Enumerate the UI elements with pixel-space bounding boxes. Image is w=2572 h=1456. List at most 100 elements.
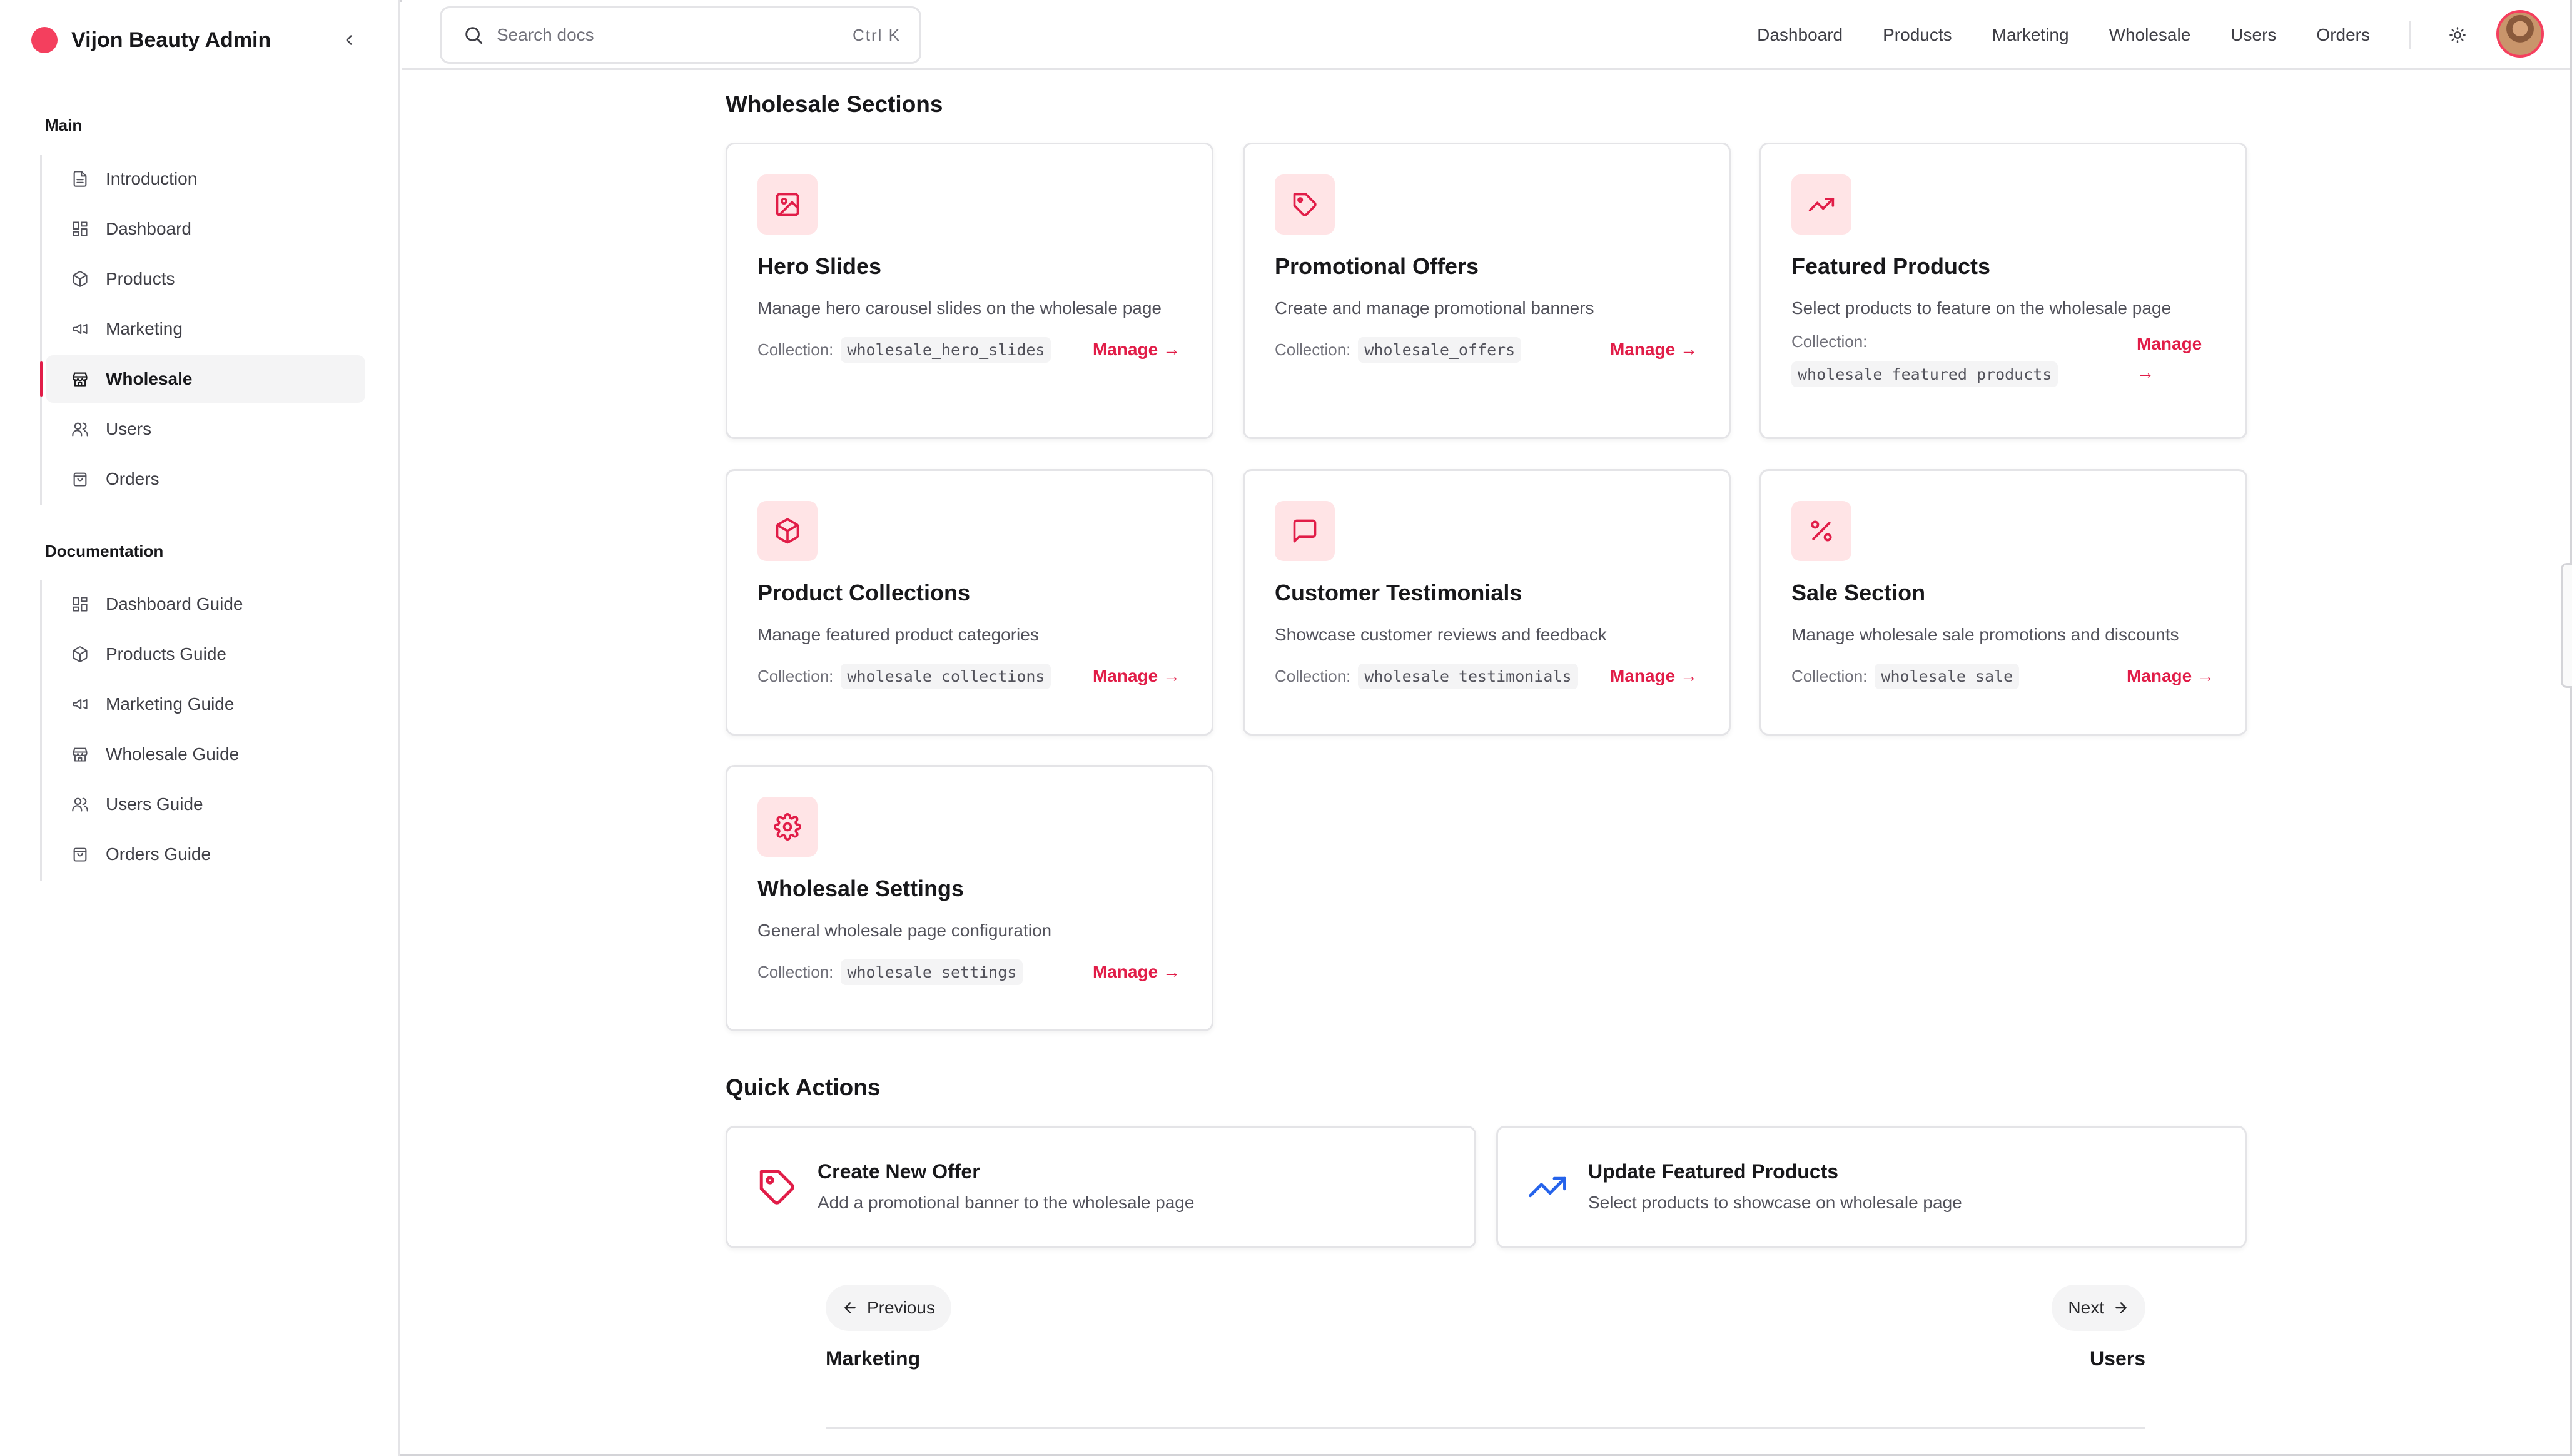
collection-label: Collection:	[1275, 667, 1351, 685]
next-label: Next	[2068, 1298, 2104, 1317]
card-promotional-offers[interactable]: Promotional Offers Create and manage pro…	[1243, 143, 1731, 439]
arrow-left-icon	[844, 1302, 856, 1313]
sidebar-item-label: Products Guide	[106, 644, 226, 664]
collection-code: wholesale_hero_slides	[841, 337, 1051, 363]
arrow-right-icon	[2115, 1302, 2127, 1313]
topnav-users[interactable]: Users	[2230, 25, 2276, 45]
sidebar-item-label: Dashboard	[106, 219, 191, 238]
manage-link[interactable]: Manage →	[1093, 340, 1180, 360]
top-nav: Dashboard Products Marketing Wholesale U…	[1717, 0, 2370, 70]
sidebar-group-documentation: Documentation	[45, 542, 164, 560]
manage-link[interactable]: Manage →	[1610, 666, 1698, 686]
theme-toggle-button[interactable]	[2445, 23, 2470, 48]
card-collection: Collection: wholesale_collections	[757, 664, 1051, 689]
quick-action-create-offer[interactable]: Create New Offer Add a promotional banne…	[726, 1126, 1476, 1248]
package-icon	[71, 645, 89, 664]
collection-label: Collection:	[757, 667, 834, 685]
topnav-dashboard[interactable]: Dashboard	[1757, 25, 1843, 45]
tag-icon	[1293, 193, 1317, 216]
sidebar-item-orders-guide[interactable]: Orders Guide	[46, 831, 365, 878]
sidebar-item-marketing-guide[interactable]: Marketing Guide	[46, 680, 365, 728]
topbar-divider	[2409, 21, 2411, 49]
card-description: Showcase customer reviews and feedback	[1275, 625, 1607, 644]
topnav-marketing[interactable]: Marketing	[1992, 25, 2069, 45]
card-featured-products[interactable]: Featured Products Select products to fea…	[1759, 143, 2247, 439]
next-page-title[interactable]: Users	[2090, 1347, 2145, 1370]
previous-page-button[interactable]: Previous	[826, 1285, 951, 1331]
quick-action-title: Create New Offer	[818, 1160, 980, 1183]
card-description: Select products to feature on the wholes…	[1791, 298, 2172, 318]
manage-link[interactable]: Manage →	[2127, 666, 2214, 686]
topnav-orders[interactable]: Orders	[2316, 25, 2370, 45]
sidebar-item-dashboard[interactable]: Dashboard	[46, 205, 365, 253]
manage-link[interactable]: Manage →	[1610, 340, 1698, 360]
user-avatar[interactable]	[2496, 10, 2544, 58]
trending-up-icon	[1526, 1165, 1569, 1209]
collection-code: wholesale_offers	[1358, 337, 1522, 363]
sidebar-item-wholesale[interactable]: Wholesale	[40, 355, 365, 403]
quick-action-update-featured[interactable]: Update Featured Products Select products…	[1496, 1126, 2247, 1248]
collection-label: Collection:	[1275, 340, 1351, 359]
card-icon-box	[1791, 174, 1851, 235]
manage-link[interactable]: Manage →	[1093, 666, 1180, 686]
sidebar-item-dashboard-guide[interactable]: Dashboard Guide	[46, 580, 365, 628]
sidebar-item-wholesale-guide[interactable]: Wholesale Guide	[46, 731, 365, 778]
sidebar-group-main: Main	[45, 116, 83, 134]
card-sale-section[interactable]: Sale Section Manage wholesale sale promo…	[1759, 469, 2247, 736]
settings-icon	[774, 813, 801, 841]
collection-code: wholesale_sale	[1875, 664, 2020, 689]
next-page-button[interactable]: Next	[2052, 1285, 2145, 1331]
sidebar-item-users[interactable]: Users	[46, 405, 365, 453]
sidebar-item-label: Orders	[106, 469, 159, 488]
scrollbar-thumb[interactable]	[2561, 563, 2572, 688]
card-hero-slides[interactable]: Hero Slides Manage hero carousel slides …	[726, 143, 1213, 439]
sun-icon	[2449, 27, 2466, 43]
previous-label: Previous	[867, 1298, 935, 1317]
card-icon-box	[1275, 174, 1335, 235]
trending-up-icon	[1808, 198, 1835, 211]
card-customer-testimonials[interactable]: Customer Testimonials Showcase customer …	[1243, 469, 1731, 736]
sidebar-item-label: Orders Guide	[106, 844, 211, 864]
collection-code: wholesale_settings	[841, 959, 1023, 985]
shopping-bag-icon	[71, 845, 89, 864]
card-product-collections[interactable]: Product Collections Manage featured prod…	[726, 469, 1213, 736]
shopping-bag-icon	[71, 470, 89, 488]
card-title: Hero Slides	[757, 253, 882, 279]
grid-icon	[71, 220, 89, 238]
sidebar-item-products[interactable]: Products	[46, 255, 365, 303]
previous-page-title[interactable]: Marketing	[826, 1347, 920, 1370]
image-icon	[776, 193, 799, 216]
brand-logo	[31, 27, 58, 53]
sidebar-item-users-guide[interactable]: Users Guide	[46, 781, 365, 828]
topnav-wholesale[interactable]: Wholesale	[2109, 25, 2191, 45]
collection-code: wholesale_collections	[841, 664, 1051, 689]
sidebar-item-label: Products	[106, 269, 175, 288]
card-collection: Collection: wholesale_offers	[1275, 337, 1522, 363]
card-description: Create and manage promotional banners	[1275, 298, 1594, 318]
collection-label: Collection:	[757, 963, 834, 981]
quick-actions-title: Quick Actions	[726, 1074, 881, 1100]
chevron-left-icon	[346, 35, 352, 45]
top-bar: Search docs Ctrl K Dashboard Products Ma…	[402, 0, 2570, 70]
card-description: Manage wholesale sale promotions and dis…	[1791, 625, 2179, 644]
manage-link[interactable]: Manage →	[1093, 962, 1180, 982]
sidebar-item-products-guide[interactable]: Products Guide	[46, 630, 365, 678]
card-collection: Collection: wholesale_settings	[757, 959, 1023, 985]
collapse-sidebar-button[interactable]	[337, 28, 362, 53]
sidebar-item-label: Marketing Guide	[106, 694, 235, 714]
collection-label: Collection:	[757, 340, 834, 359]
brand[interactable]: Vijon Beauty Admin	[31, 26, 271, 54]
brand-name: Vijon Beauty Admin	[71, 28, 271, 52]
topnav-products[interactable]: Products	[1883, 25, 1952, 45]
card-wholesale-settings[interactable]: Wholesale Settings General wholesale pag…	[726, 765, 1213, 1031]
card-description: Manage featured product categories	[757, 625, 1039, 644]
sidebar-item-introduction[interactable]: Introduction	[46, 155, 365, 203]
search-input[interactable]: Search docs Ctrl K	[440, 6, 921, 64]
megaphone-icon	[71, 695, 89, 714]
manage-link[interactable]: Manage →	[2137, 330, 2212, 387]
sidebar-item-marketing[interactable]: Marketing	[46, 305, 365, 353]
sidebar-item-label: Introduction	[106, 169, 198, 188]
card-title: Wholesale Settings	[757, 876, 964, 901]
sidebar-item-orders[interactable]: Orders	[46, 455, 365, 503]
wholesale-sections-title: Wholesale Sections	[726, 91, 943, 117]
